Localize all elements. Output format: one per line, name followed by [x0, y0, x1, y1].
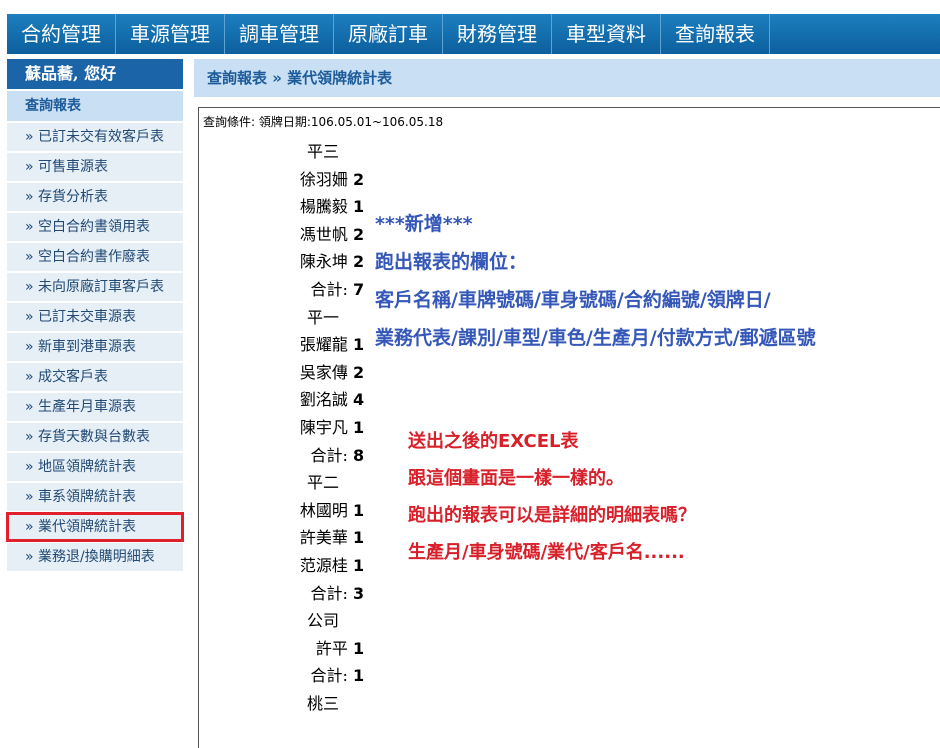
nav-finance[interactable]: 財務管理 [443, 14, 552, 54]
report-row-count: 1 [353, 528, 365, 548]
report-row-count: 1 [353, 638, 365, 658]
report-group-header: 平一 [249, 304, 369, 332]
report-row-name: 劉洺誠 [299, 390, 348, 410]
report-row: 陳宇凡 1 [249, 414, 369, 442]
report-row: 馮世帆 2 [249, 221, 369, 249]
sidebar-item-series-plates[interactable]: » 車系領牌統計表 [7, 483, 183, 511]
report-row: 張耀龍 1 [249, 331, 369, 359]
report-row-count: 2 [353, 224, 365, 244]
report-row-count: 7 [353, 279, 365, 299]
report-row-count: 1 [353, 500, 365, 520]
nav-vehicle-transfer[interactable]: 調車管理 [225, 14, 334, 54]
breadcrumb: 查詢報表 » 業代領牌統計表 [207, 69, 393, 87]
annotation-line: 業務代表/課別/車型/車色/生產月/付款方式/郵遞區號 [375, 327, 816, 349]
sidebar-item-trade-in-details[interactable]: » 業務退/換購明細表 [7, 543, 183, 571]
report-row: 許平 1 [249, 635, 369, 663]
report-group-header: 平三 [249, 138, 369, 166]
nav-contract-management[interactable]: 合約管理 [7, 14, 116, 54]
report-row-name: 合計: [310, 583, 348, 603]
report-group-header: 公司 [249, 607, 369, 635]
annotation-line: 客戶名稱/車牌號碼/車身號碼/合約編號/領牌日/ [375, 289, 771, 311]
sidebar: 蘇品蕎, 您好 查詢報表 » 已訂未交有效客戶表 » 可售車源表 » 存貨分析表… [6, 59, 184, 571]
report-row: 吳家傳 2 [249, 359, 369, 387]
report-row-name: 陳宇凡 [299, 417, 348, 437]
nav-vehicle-source[interactable]: 車源管理 [116, 14, 225, 54]
sidebar-item-agent-plates[interactable]: » 業代領牌統計表 [6, 512, 184, 542]
report-row-count: 4 [353, 390, 365, 410]
report-group-header: 桃三 [249, 690, 369, 718]
user-greeting: 蘇品蕎, 您好 [7, 59, 183, 89]
sidebar-item-no-factory-order[interactable]: » 未向原廠訂車客戶表 [7, 273, 183, 301]
report-row-name: 許美華 [299, 528, 348, 548]
report-row-count: 2 [353, 362, 365, 382]
report-row: 合計: 8 [249, 442, 369, 470]
nav-model-data[interactable]: 車型資料 [552, 14, 661, 54]
report-row-count: 3 [353, 583, 365, 603]
sidebar-item-port-arrivals[interactable]: » 新車到港車源表 [7, 333, 183, 361]
sidebar-item-blank-contract-usage[interactable]: » 空白合約書領用表 [7, 213, 183, 241]
annotation-line: 跑出報表的欄位： [375, 251, 528, 273]
report-row-name: 合計: [310, 279, 348, 299]
sidebar-item-region-plates[interactable]: » 地區領牌統計表 [7, 453, 183, 481]
report-row-name: 公司 [307, 611, 340, 631]
report-row-count: 2 [353, 252, 365, 272]
report-row-name: 楊騰毅 [299, 197, 348, 217]
report-row-name: 張耀龍 [299, 335, 348, 355]
sidebar-item-saleable-vehicles[interactable]: » 可售車源表 [7, 153, 183, 181]
report-row-name: 陳永坤 [299, 252, 348, 272]
sidebar-item-production-month[interactable]: » 生產年月車源表 [7, 393, 183, 421]
annotation-line: 跟這個畫面是一樣一樣的。 [408, 468, 624, 489]
report-row: 劉洺誠 4 [249, 386, 369, 414]
sidebar-section-title: 查詢報表 [7, 91, 183, 121]
report-row-name: 吳家傳 [299, 362, 348, 382]
report-table: 平三 徐羽姍 2 楊騰毅 1 馮世帆 2 陳永坤 2 合計: 7 平一 張耀龍 1 吳家傳 2劉… [249, 138, 369, 717]
report-row-name: 馮世帆 [299, 224, 348, 244]
report-row-name: 徐羽姍 [299, 169, 348, 189]
report-row-name: 平二 [307, 473, 340, 493]
sidebar-item-closed-deals[interactable]: » 成交客戶表 [7, 363, 183, 391]
sidebar-item-blank-contract-void[interactable]: » 空白合約書作廢表 [7, 243, 183, 271]
query-condition: 查詢條件: 領牌日期:106.05.01~106.05.18 [203, 115, 444, 129]
report-row: 陳永坤 2 [249, 248, 369, 276]
report-row: 許美華 1 [249, 524, 369, 552]
report-group-header: 平二 [249, 469, 369, 497]
report-row-count: 1 [353, 666, 365, 686]
report-row: 合計: 3 [249, 580, 369, 608]
report-row-name: 桃三 [307, 693, 340, 713]
sidebar-item-unfulfilled-vehicles[interactable]: » 已訂未交車源表 [7, 303, 183, 331]
sidebar-item-unfulfilled-customers[interactable]: » 已訂未交有效客戶表 [7, 123, 183, 151]
report-row-name: 平三 [307, 142, 340, 161]
annotation-excel-note: 送出之後的EXCEL表 跟這個畫面是一樣一樣的。 跑出的報表可以是詳細的明細表嗎… [408, 423, 696, 571]
report-row-name: 合計: [310, 666, 348, 686]
top-navigation: 合約管理 車源管理 調車管理 原廠訂車 財務管理 車型資料 查詢報表 [7, 14, 940, 54]
annotation-line: 送出之後的EXCEL表 [408, 431, 579, 452]
sidebar-item-inventory-analysis[interactable]: » 存貨分析表 [7, 183, 183, 211]
annotation-line: ***新增*** [375, 213, 473, 235]
report-row-count: 1 [353, 555, 365, 575]
report-row-count: 1 [353, 197, 365, 217]
sidebar-item-inventory-days[interactable]: » 存貨天數與台數表 [7, 423, 183, 451]
report-row-name: 范源桂 [299, 555, 348, 575]
annotation-line: 跑出的報表可以是詳細的明細表嗎？ [408, 505, 696, 526]
annotation-line: 生產月/車身號碼/業代/客戶名...... [408, 542, 685, 563]
nav-factory-order[interactable]: 原廠訂車 [334, 14, 443, 54]
report-row: 林國明 1 [249, 497, 369, 525]
report-row-name: 許平 [315, 638, 348, 658]
report-row: 合計: 7 [249, 276, 369, 304]
breadcrumb-bar: 查詢報表 » 業代領牌統計表 [194, 59, 940, 97]
nav-reports[interactable]: 查詢報表 [661, 14, 770, 54]
report-row: 合計: 1 [249, 662, 369, 690]
report-row-count: 1 [353, 417, 365, 437]
report-row-name: 合計: [310, 445, 348, 465]
report-row-count: 2 [353, 169, 365, 189]
report-row: 徐羽姍 2 [249, 166, 369, 194]
annotation-new-fields: ***新增*** 跑出報表的欄位： 客戶名稱/車牌號碼/車身號碼/合約編號/領牌… [375, 205, 816, 357]
report-row-count: 8 [353, 445, 365, 465]
report-row: 范源桂 1 [249, 552, 369, 580]
report-row-name: 平一 [307, 307, 340, 327]
report-row: 楊騰毅 1 [249, 193, 369, 221]
report-row-name: 林國明 [299, 500, 348, 520]
report-row-count: 1 [353, 335, 365, 355]
